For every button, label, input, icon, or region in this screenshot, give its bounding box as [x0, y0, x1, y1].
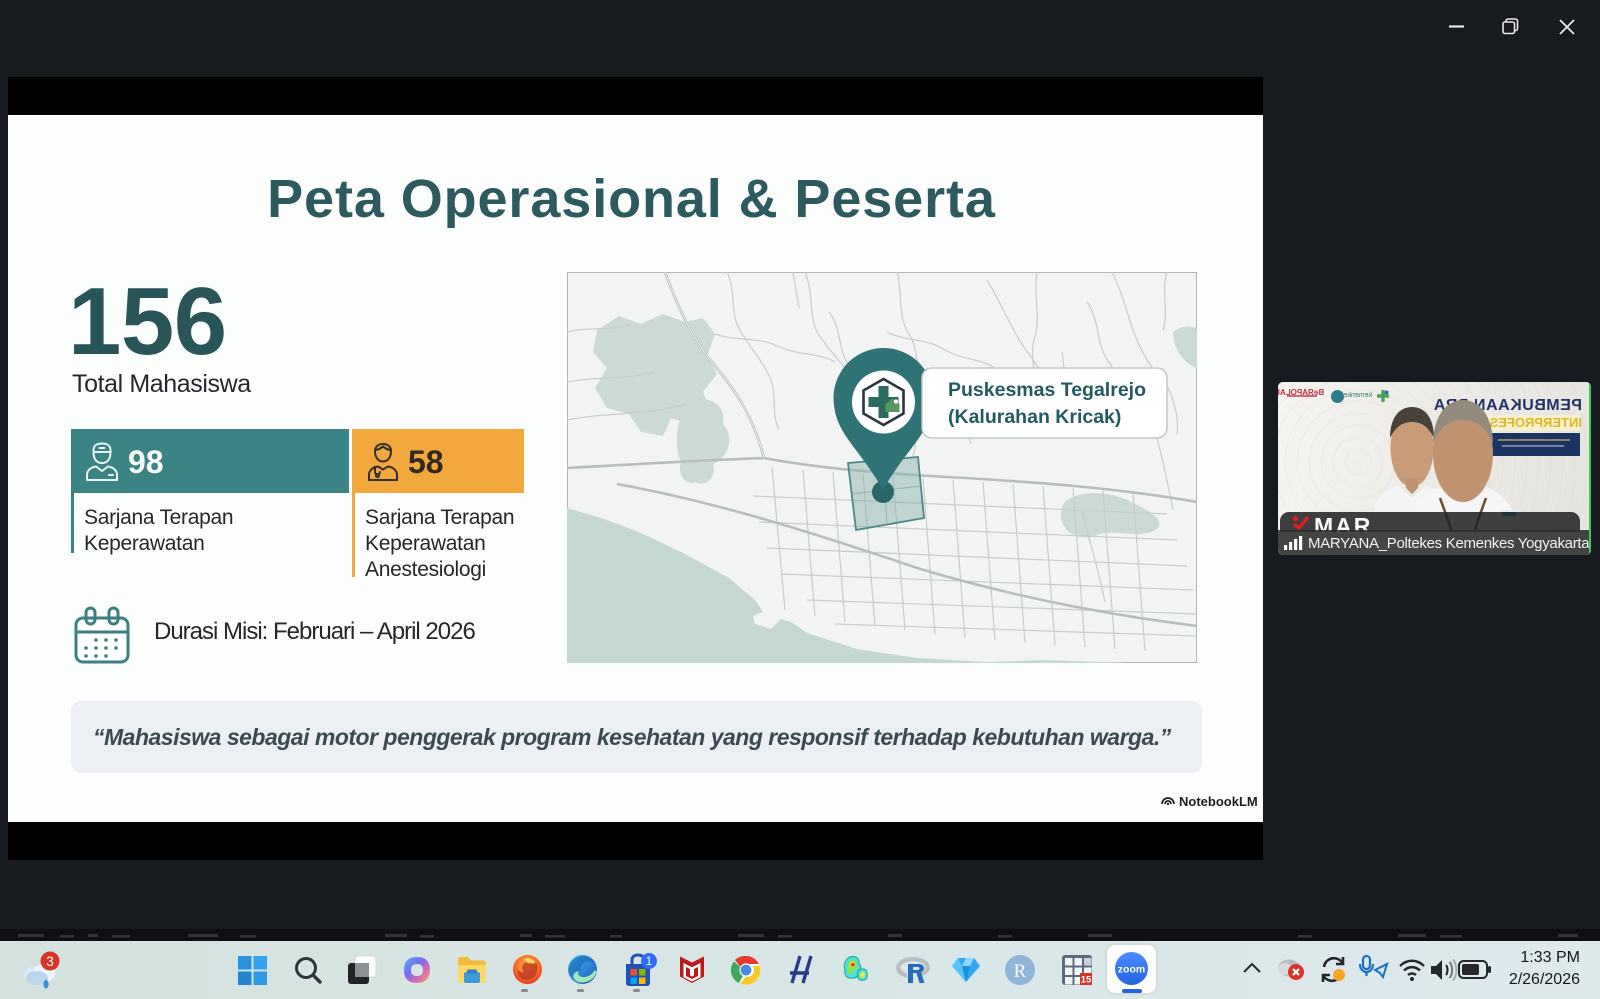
svg-text:(Kalurahan Kricak): (Kalurahan Kricak)	[948, 406, 1121, 428]
svg-text:15: 15	[1081, 975, 1092, 986]
svg-text:R: R	[1014, 961, 1027, 982]
svg-text:zoom: zoom	[1118, 964, 1145, 976]
svg-text:1: 1	[646, 956, 652, 968]
svg-text:Puskesmas Tegalrejo: Puskesmas Tegalrejo	[948, 379, 1146, 401]
svg-text:3: 3	[46, 954, 54, 969]
